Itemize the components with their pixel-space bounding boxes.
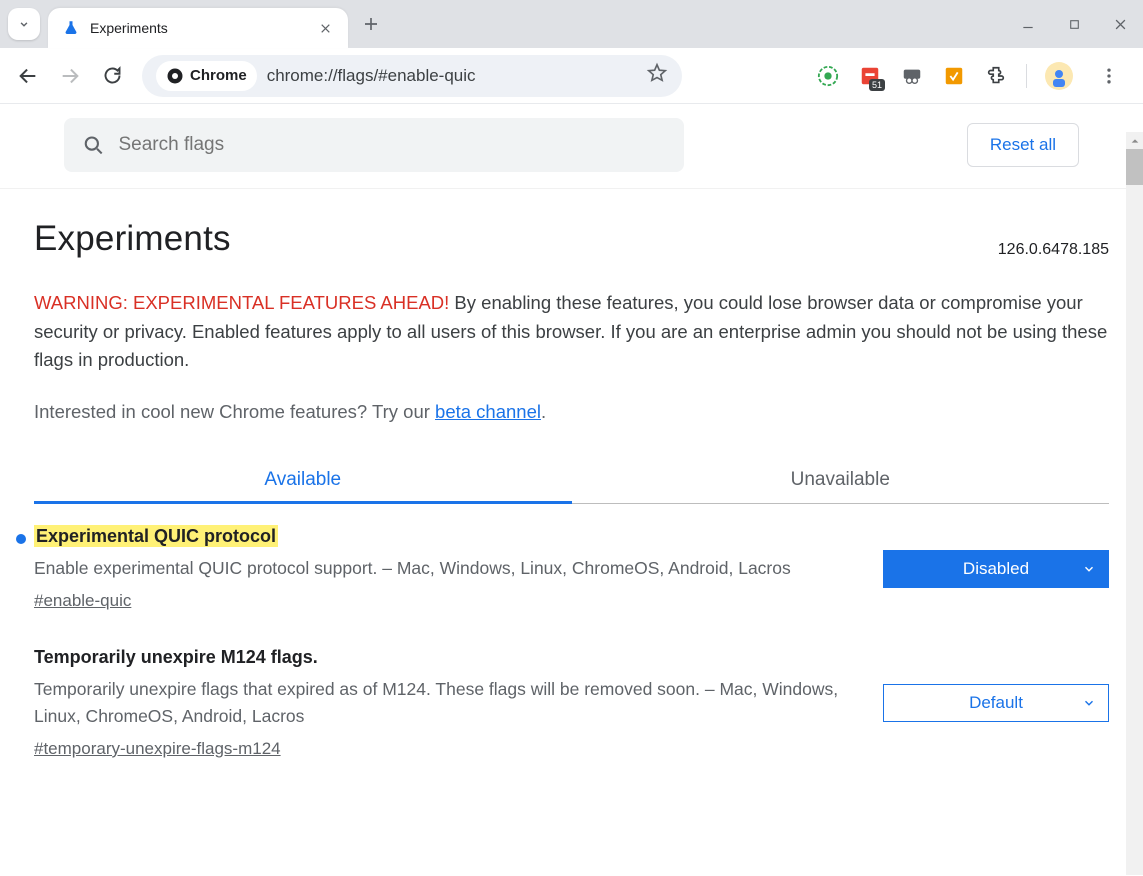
browser-tab[interactable]: Experiments (48, 8, 348, 48)
arrow-left-icon (17, 65, 39, 87)
search-icon (82, 133, 105, 157)
tab-search-button[interactable] (8, 8, 40, 40)
divider (1026, 64, 1027, 88)
bookmark-button[interactable] (646, 62, 668, 89)
sprocket-icon (943, 65, 965, 87)
chrome-icon (166, 67, 184, 85)
flag-item: Temporarily unexpire M124 flags. Tempora… (34, 619, 1109, 767)
forward-button[interactable] (52, 58, 88, 94)
close-icon (319, 22, 332, 35)
window-maximize-button[interactable] (1051, 0, 1097, 48)
puzzle-icon (985, 65, 1007, 87)
chevron-down-icon (1082, 696, 1096, 710)
plus-icon (362, 15, 380, 33)
chevron-down-icon (1082, 562, 1096, 576)
maximize-icon (1068, 18, 1081, 31)
flag-hash-link[interactable]: #enable-quic (34, 591, 131, 611)
flag-state-value: Default (969, 693, 1023, 713)
beta-suffix: . (541, 401, 546, 422)
flask-icon (62, 19, 80, 37)
close-icon (1113, 17, 1128, 32)
beta-line: Interested in cool new Chrome features? … (34, 401, 1109, 423)
mask-icon (901, 65, 923, 87)
profile-avatar-button[interactable] (1045, 62, 1073, 90)
extension-orange[interactable] (942, 64, 966, 88)
extension-red-badge[interactable]: 51 (858, 64, 882, 88)
extension-green[interactable] (816, 64, 840, 88)
reload-button[interactable] (94, 58, 130, 94)
search-flags-input[interactable] (119, 134, 667, 156)
scroll-up-button[interactable] (1126, 132, 1143, 149)
flag-state-value: Disabled (963, 559, 1029, 579)
minimize-icon (1021, 17, 1035, 31)
dots-vertical-icon (1099, 66, 1119, 86)
modified-dot-icon (16, 534, 26, 544)
search-flags-box[interactable] (64, 118, 684, 172)
address-bar[interactable]: Chrome chrome://flags/#enable-quic (142, 55, 682, 97)
beta-channel-link[interactable]: beta channel (435, 401, 541, 422)
new-tab-button[interactable] (354, 7, 388, 41)
chrome-menu-button[interactable] (1091, 58, 1127, 94)
window-close-button[interactable] (1097, 0, 1143, 48)
tab-unavailable[interactable]: Unavailable (572, 457, 1110, 503)
url-text: chrome://flags/#enable-quic (267, 66, 636, 86)
flag-description: Temporarily unexpire flags that expired … (34, 676, 855, 729)
tab-available[interactable]: Available (34, 457, 572, 503)
star-icon (646, 62, 668, 84)
version-text: 126.0.6478.185 (998, 241, 1109, 259)
reload-icon (102, 65, 123, 86)
flag-item: Experimental QUIC protocol Enable experi… (34, 504, 1109, 619)
tab-title: Experiments (90, 20, 306, 36)
back-button[interactable] (10, 58, 46, 94)
flag-description: Enable experimental QUIC protocol suppor… (34, 555, 855, 581)
flag-state-select[interactable]: Disabled (883, 550, 1109, 588)
extension-icon (817, 65, 839, 87)
page-title: Experiments (34, 219, 231, 259)
scrollbar-thumb[interactable] (1126, 149, 1143, 185)
extension-badge: 51 (869, 79, 885, 91)
chrome-chip-label: Chrome (190, 67, 247, 84)
beta-prefix: Interested in cool new Chrome features? … (34, 401, 435, 422)
extensions-menu-button[interactable] (984, 64, 1008, 88)
scrollbar[interactable] (1126, 132, 1143, 875)
avatar-icon (1047, 64, 1071, 88)
flag-state-select[interactable]: Default (883, 684, 1109, 722)
triangle-up-icon (1130, 136, 1140, 146)
flag-hash-link[interactable]: #temporary-unexpire-flags-m124 (34, 739, 281, 759)
reset-all-button[interactable]: Reset all (967, 123, 1079, 167)
close-tab-button[interactable] (316, 19, 334, 37)
warning-text: WARNING: EXPERIMENTAL FEATURES AHEAD! By… (34, 289, 1109, 375)
flag-title: Experimental QUIC protocol (34, 525, 278, 547)
warning-label: WARNING: EXPERIMENTAL FEATURES AHEAD! (34, 292, 449, 313)
chevron-down-icon (17, 17, 31, 31)
chrome-chip: Chrome (156, 61, 257, 91)
flag-title: Temporarily unexpire M124 flags. (34, 647, 318, 667)
arrow-right-icon (59, 65, 81, 87)
extension-incognito[interactable] (900, 64, 924, 88)
window-minimize-button[interactable] (1005, 0, 1051, 48)
